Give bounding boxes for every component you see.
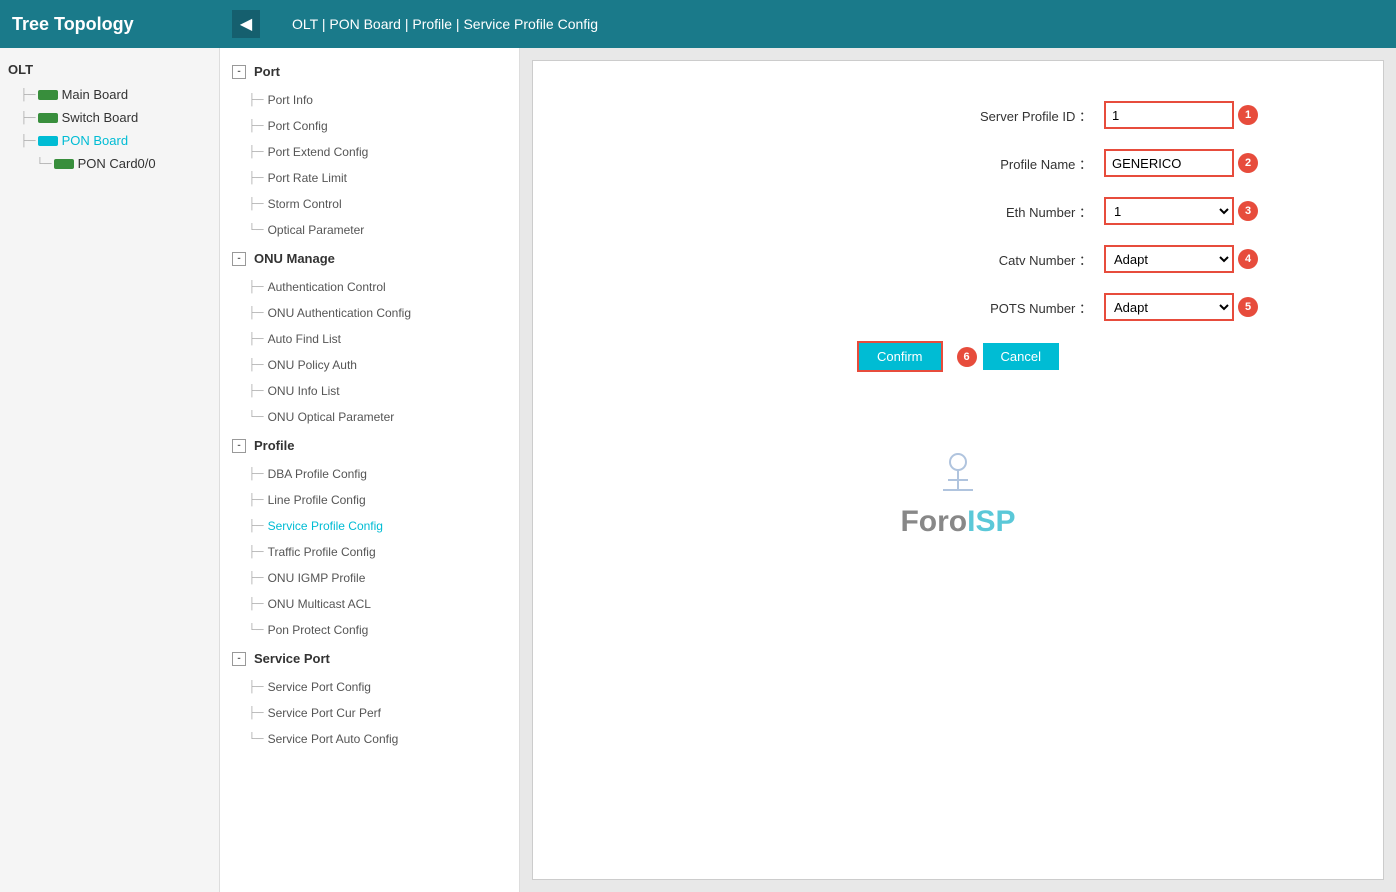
menu-onu-policy-auth[interactable]: ├─ONU Policy Auth [220, 352, 519, 378]
step-badge-3: 3 [1238, 201, 1258, 221]
watermark-isp: ISP [967, 505, 1015, 539]
pots-number-select[interactable]: Adapt 0 1 2 [1104, 293, 1234, 321]
profile-items: ├─DBA Profile Config ├─Line Profile Conf… [220, 461, 519, 643]
olt-label: OLT [8, 62, 33, 77]
menu-onu-auth-config[interactable]: ├─ONU Authentication Config [220, 300, 519, 326]
pots-number-label: POTS Number ： [932, 298, 1092, 317]
server-profile-id-label: Server Profile ID ： [932, 106, 1092, 125]
server-profile-id-wrapper: 1 [1104, 101, 1258, 129]
main-board-label: Main Board [62, 87, 128, 102]
menu-traffic-profile-config[interactable]: ├─Traffic Profile Config [220, 539, 519, 565]
board-icon [38, 90, 58, 100]
cancel-button[interactable]: Cancel [983, 343, 1059, 370]
menu-dba-profile-config[interactable]: ├─DBA Profile Config [220, 461, 519, 487]
confirm-button[interactable]: Confirm [857, 341, 943, 372]
step-badge-4: 4 [1238, 249, 1258, 269]
watermark-foro: Foro [900, 505, 967, 539]
section-service-port[interactable]: - Service Port [220, 643, 519, 674]
catv-number-label: Catv Number ： [932, 250, 1092, 269]
tree-connector: └─ [36, 158, 52, 170]
catv-number-row: Catv Number ： Adapt 0 1 4 [658, 245, 1258, 273]
menu-service-port-config[interactable]: ├─Service Port Config [220, 674, 519, 700]
section-port[interactable]: - Port [220, 56, 519, 87]
form-section: Server Profile ID ： 1 Profile Name ： 2 [658, 101, 1258, 392]
content-box: Server Profile ID ： 1 Profile Name ： 2 [532, 60, 1384, 880]
menu-service-port-auto-config[interactable]: └─Service Port Auto Config [220, 726, 519, 752]
menu-onu-optical-param[interactable]: └─ONU Optical Parameter [220, 404, 519, 430]
menu-port-rate-limit[interactable]: ├─Port Rate Limit [220, 165, 519, 191]
step-badge-1: 1 [1238, 105, 1258, 125]
menu-port-extend-config[interactable]: ├─Port Extend Config [220, 139, 519, 165]
menu-auth-control[interactable]: ├─Authentication Control [220, 274, 519, 300]
service-port-items: ├─Service Port Config ├─Service Port Cur… [220, 674, 519, 752]
sidebar-item-switch-board[interactable]: ├─ Switch Board [0, 106, 219, 129]
menu-auto-find-list[interactable]: ├─Auto Find List [220, 326, 519, 352]
menu-service-port-cur-perf[interactable]: ├─Service Port Cur Perf [220, 700, 519, 726]
profile-name-label: Profile Name ： [932, 154, 1092, 173]
section-profile[interactable]: - Profile [220, 430, 519, 461]
menu-onu-multicast-acl[interactable]: ├─ONU Multicast ACL [220, 591, 519, 617]
pots-number-wrapper: Adapt 0 1 2 5 [1104, 293, 1258, 321]
port-items: ├─Port Info ├─Port Config ├─Port Extend … [220, 87, 519, 243]
menu-onu-info-list[interactable]: ├─ONU Info List [220, 378, 519, 404]
step-badge-2: 2 [1238, 153, 1258, 173]
watermark-icon [933, 452, 983, 501]
menu-line-profile-config[interactable]: ├─Line Profile Config [220, 487, 519, 513]
confirm-wrapper: Confirm 6 [857, 341, 977, 372]
profile-name-wrapper: 2 [1104, 149, 1258, 177]
profile-name-input[interactable] [1104, 149, 1234, 177]
menu-port-info[interactable]: ├─Port Info [220, 87, 519, 113]
switch-board-label: Switch Board [62, 110, 139, 125]
server-profile-id-row: Server Profile ID ： 1 [658, 101, 1258, 129]
menu-onu-igmp-profile[interactable]: ├─ONU IGMP Profile [220, 565, 519, 591]
section-port-label: Port [254, 64, 280, 79]
eth-number-row: Eth Number ： 1 2 3 4 3 [658, 197, 1258, 225]
catv-number-select[interactable]: Adapt 0 1 [1104, 245, 1234, 273]
pon-card-label: PON Card0/0 [78, 156, 156, 171]
breadcrumb: OLT | PON Board | Profile | Service Prof… [276, 16, 614, 32]
expand-icon: - [232, 252, 246, 266]
eth-number-wrapper: 1 2 3 4 3 [1104, 197, 1258, 225]
section-onu-manage[interactable]: - ONU Manage [220, 243, 519, 274]
watermark-text: Foro ISP [900, 505, 1015, 539]
profile-name-row: Profile Name ： 2 [658, 149, 1258, 177]
server-profile-id-input[interactable] [1104, 101, 1234, 129]
menu-port-config[interactable]: ├─Port Config [220, 113, 519, 139]
sidebar-item-main-board[interactable]: ├─ Main Board [0, 83, 219, 106]
sidebar-item-pon-board[interactable]: ├─ PON Board [0, 129, 219, 152]
step-badge-5: 5 [1238, 297, 1258, 317]
eth-number-label: Eth Number ： [932, 202, 1092, 221]
catv-number-wrapper: Adapt 0 1 4 [1104, 245, 1258, 273]
board-icon [38, 113, 58, 123]
eth-number-select[interactable]: 1 2 3 4 [1104, 197, 1234, 225]
board-icon [38, 136, 58, 146]
tree-connector: ├─ [20, 112, 36, 124]
onu-manage-items: ├─Authentication Control ├─ONU Authentic… [220, 274, 519, 430]
pots-number-row: POTS Number ： Adapt 0 1 2 5 [658, 293, 1258, 321]
menu-service-profile-config[interactable]: ├─Service Profile Config [220, 513, 519, 539]
tree-connector: ├─ [20, 89, 36, 101]
menu-storm-control[interactable]: ├─Storm Control [220, 191, 519, 217]
app-title: Tree Topology [12, 14, 232, 35]
expand-icon: - [232, 65, 246, 79]
menu-pon-protect-config[interactable]: └─Pon Protect Config [220, 617, 519, 643]
pon-board-label: PON Board [62, 133, 128, 148]
sidebar-item-pon-card[interactable]: └─ PON Card0/0 [0, 152, 219, 175]
menu-optical-parameter[interactable]: └─Optical Parameter [220, 217, 519, 243]
section-service-port-label: Service Port [254, 651, 330, 666]
board-icon [54, 159, 74, 169]
tree-connector: ├─ [20, 135, 36, 147]
sidebar-toggle-button[interactable]: ◀ [232, 10, 260, 38]
watermark: Foro ISP [900, 452, 1015, 539]
expand-icon: - [232, 652, 246, 666]
tree-olt[interactable]: OLT [0, 56, 219, 83]
step-badge-6: 6 [957, 347, 977, 367]
section-profile-label: Profile [254, 438, 294, 453]
expand-icon: - [232, 439, 246, 453]
section-onu-manage-label: ONU Manage [254, 251, 335, 266]
form-buttons-row: Confirm 6 Cancel [658, 341, 1258, 372]
